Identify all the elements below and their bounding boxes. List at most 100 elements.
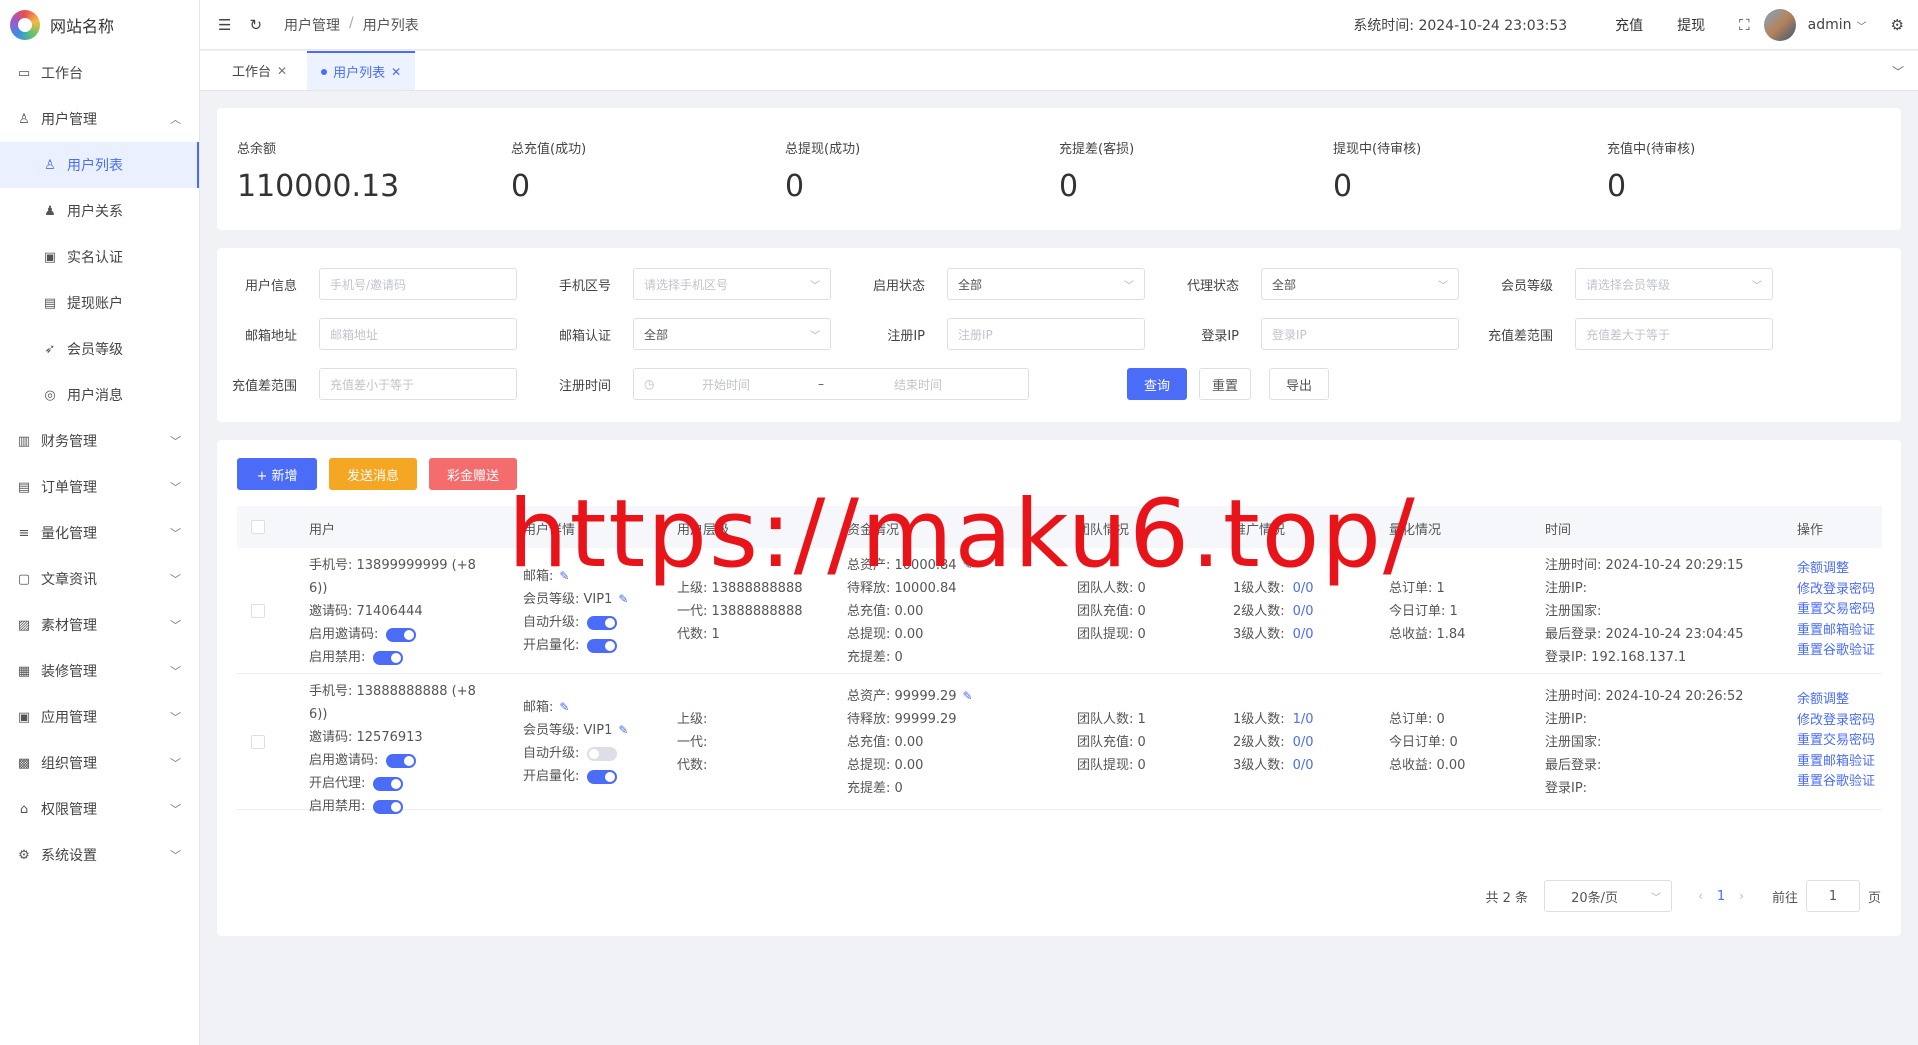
sidebar-item-article[interactable]: ▢ 文章资讯 ﹀ bbox=[0, 556, 199, 602]
toggle-switch[interactable] bbox=[373, 776, 404, 791]
next-page-icon[interactable]: › bbox=[1739, 889, 1744, 903]
email-input[interactable]: 邮箱地址 bbox=[319, 318, 517, 350]
logo[interactable]: 网站名称 bbox=[0, 0, 199, 50]
reset-button[interactable]: 重置 bbox=[1199, 368, 1251, 400]
agent-status-select[interactable]: 全部 ﹀ bbox=[1261, 268, 1459, 300]
page-number-current[interactable]: 1 bbox=[1717, 889, 1725, 904]
sidebar: 网站名称 ▭ 工作台 ♙ 用户管理 ︿ ♙ 用户列表 ♟ 用户关系 ▣ 实名认证 ▤ 提现账户 ➶ 会员等级… bbox=[0, 0, 200, 1045]
promo-count-link[interactable]: 0/0 bbox=[1293, 600, 1314, 623]
cell-line: 团队人数: 1 bbox=[1077, 711, 1146, 727]
sidebar-item-monitor[interactable]: ▭ 工作台 bbox=[0, 50, 199, 96]
sidebar-item-quant[interactable]: ≡ 量化管理 ﹀ bbox=[0, 510, 199, 556]
close-icon[interactable]: ✕ bbox=[391, 65, 401, 79]
promo-count-link[interactable]: 0/0 bbox=[1293, 623, 1314, 646]
toggle-switch[interactable] bbox=[373, 650, 404, 665]
edit-pencil-icon[interactable]: ✎ bbox=[618, 588, 628, 611]
toggle-switch[interactable] bbox=[587, 769, 618, 784]
edit-pencil-icon[interactable]: ✎ bbox=[618, 719, 628, 742]
action-link[interactable]: 重置谷歌验证 bbox=[1797, 772, 1875, 793]
sidebar-item-chart[interactable]: ▥ 财务管理 ﹀ bbox=[0, 418, 199, 464]
promo-line: 1级人数: 1/0 bbox=[1233, 708, 1314, 731]
tab-user-list[interactable]: 用户列表 ✕ bbox=[307, 51, 416, 90]
withdraw-link[interactable]: 提现 bbox=[1677, 15, 1705, 35]
close-icon[interactable]: ✕ bbox=[277, 64, 287, 78]
goto-page-input[interactable]: 1 bbox=[1805, 880, 1860, 912]
stat-value: 0 bbox=[785, 169, 805, 204]
page-size-select[interactable]: 20条/页 ﹀ bbox=[1544, 880, 1673, 912]
sidebar-item-message[interactable]: ◎ 用户消息 bbox=[0, 372, 199, 418]
reg-time-range-picker[interactable]: ◷ 开始时间 – 结束时间 bbox=[633, 368, 1029, 400]
sidebar-item-decor[interactable]: ▦ 装修管理 ﹀ bbox=[0, 648, 199, 694]
diff-max-input[interactable]: 充值差小于等于 bbox=[319, 368, 517, 400]
promo-count-link[interactable]: 1/0 bbox=[1293, 708, 1314, 731]
breadcrumb-item[interactable]: 用户管理 bbox=[284, 15, 340, 35]
action-link[interactable]: 重置交易密码 bbox=[1797, 731, 1875, 752]
chevron-down-icon: ﹀ bbox=[810, 330, 820, 342]
sidebar-item-order[interactable]: ▤ 订单管理 ﹀ bbox=[0, 464, 199, 510]
action-link[interactable]: 重置邮箱验证 bbox=[1797, 621, 1875, 642]
sidebar-item-image[interactable]: ▨ 素材管理 ﹀ bbox=[0, 602, 199, 648]
sidebar-item-id-card[interactable]: ▣ 实名认证 bbox=[0, 234, 199, 280]
admin-username[interactable]: admin bbox=[1808, 17, 1852, 33]
sidebar-item-app[interactable]: ▣ 应用管理 ﹀ bbox=[0, 694, 199, 740]
action-link[interactable]: 重置谷歌验证 bbox=[1797, 641, 1875, 662]
edit-pencil-icon[interactable]: ✎ bbox=[559, 696, 569, 719]
sidebar-item-user[interactable]: ♙ 用户管理 ︿ bbox=[0, 96, 199, 142]
chevron-down-icon: ﹀ bbox=[170, 711, 181, 724]
add-button[interactable]: + 新增 bbox=[237, 458, 317, 490]
row-checkbox[interactable] bbox=[251, 604, 265, 618]
toggle-switch[interactable] bbox=[587, 615, 618, 630]
prev-page-icon[interactable]: ‹ bbox=[1698, 889, 1703, 903]
avatar[interactable] bbox=[1763, 9, 1796, 41]
row-checkbox[interactable] bbox=[251, 735, 265, 749]
edit-pencil-icon[interactable]: ✎ bbox=[963, 685, 973, 708]
user-info-input[interactable]: 手机号/邀请码 bbox=[319, 268, 517, 300]
email-verify-select[interactable]: 全部 ﹀ bbox=[633, 318, 831, 350]
refresh-icon[interactable]: ↻ bbox=[249, 16, 262, 34]
sidebar-item-gear[interactable]: ⚙ 系统设置 ﹀ bbox=[0, 832, 199, 878]
action-link[interactable]: 余额调整 bbox=[1797, 559, 1875, 580]
send-message-button[interactable]: 发送消息 bbox=[329, 458, 417, 490]
action-link[interactable]: 余额调整 bbox=[1797, 690, 1875, 711]
login-ip-input[interactable]: 登录IP bbox=[1261, 318, 1459, 350]
range-start[interactable]: 开始时间 bbox=[702, 376, 750, 393]
chevron-down-icon: ﹀ bbox=[810, 280, 820, 292]
toggle-switch[interactable] bbox=[373, 799, 404, 814]
recharge-link[interactable]: 充值 bbox=[1615, 15, 1643, 35]
query-button[interactable]: 查询 bbox=[1127, 368, 1187, 400]
bonus-button[interactable]: 彩金赠送 bbox=[429, 458, 517, 490]
promo-count-link[interactable]: 0/0 bbox=[1293, 754, 1314, 777]
reg-ip-input[interactable]: 注册IP bbox=[947, 318, 1145, 350]
phone-area-select[interactable]: 请选择手机区号 ﹀ bbox=[633, 268, 831, 300]
select-all-checkbox[interactable] bbox=[251, 520, 265, 534]
range-end[interactable]: 结束时间 bbox=[894, 376, 942, 393]
sidebar-item-user-list[interactable]: ♙ 用户列表 bbox=[0, 142, 199, 188]
action-link[interactable]: 重置邮箱验证 bbox=[1797, 752, 1875, 773]
export-button[interactable]: 导出 bbox=[1269, 368, 1329, 400]
sidebar-item-folder[interactable]: ▤ 提现账户 bbox=[0, 280, 199, 326]
diff-min-input[interactable]: 充值差大于等于 bbox=[1575, 318, 1773, 350]
promo-count-link[interactable]: 0/0 bbox=[1293, 731, 1314, 754]
toggle-switch[interactable] bbox=[386, 627, 417, 642]
fullscreen-icon[interactable]: ⛶ bbox=[1739, 16, 1750, 34]
action-link[interactable]: 重置交易密码 bbox=[1797, 600, 1875, 621]
action-link[interactable]: 修改登录密码 bbox=[1797, 580, 1875, 601]
tabs-dropdown-chevron-icon[interactable]: ﹀ bbox=[1892, 63, 1904, 80]
sidebar-item-lock[interactable]: ⌂ 权限管理 ﹀ bbox=[0, 786, 199, 832]
tab-workbench[interactable]: 工作台 ✕ bbox=[218, 51, 301, 90]
toggle-switch[interactable] bbox=[587, 746, 618, 761]
member-level-select[interactable]: 请选择会员等级 ﹀ bbox=[1575, 268, 1773, 300]
chevron-down-icon[interactable]: ﹀ bbox=[1857, 18, 1867, 33]
toggle-switch[interactable] bbox=[587, 638, 618, 653]
toggle-switch[interactable] bbox=[386, 753, 417, 768]
breadcrumb-separator: / bbox=[349, 14, 354, 31]
sidebar-item-rocket[interactable]: ➶ 会员等级 bbox=[0, 326, 199, 372]
sidebar-item-org[interactable]: ▩ 组织管理 ﹀ bbox=[0, 740, 199, 786]
action-link[interactable]: 修改登录密码 bbox=[1797, 711, 1875, 732]
enable-status-select[interactable]: 全部 ﹀ bbox=[947, 268, 1145, 300]
funds-total-line: 总资产: 99999.29 ✎ bbox=[847, 685, 973, 708]
sidebar-item-user-relation[interactable]: ♟ 用户关系 bbox=[0, 188, 199, 234]
stat-label: 充提差(客损) bbox=[1059, 142, 1135, 157]
menu-toggle-icon[interactable]: ☰ bbox=[218, 16, 231, 34]
settings-gear-icon[interactable]: ⚙ bbox=[1891, 16, 1904, 34]
